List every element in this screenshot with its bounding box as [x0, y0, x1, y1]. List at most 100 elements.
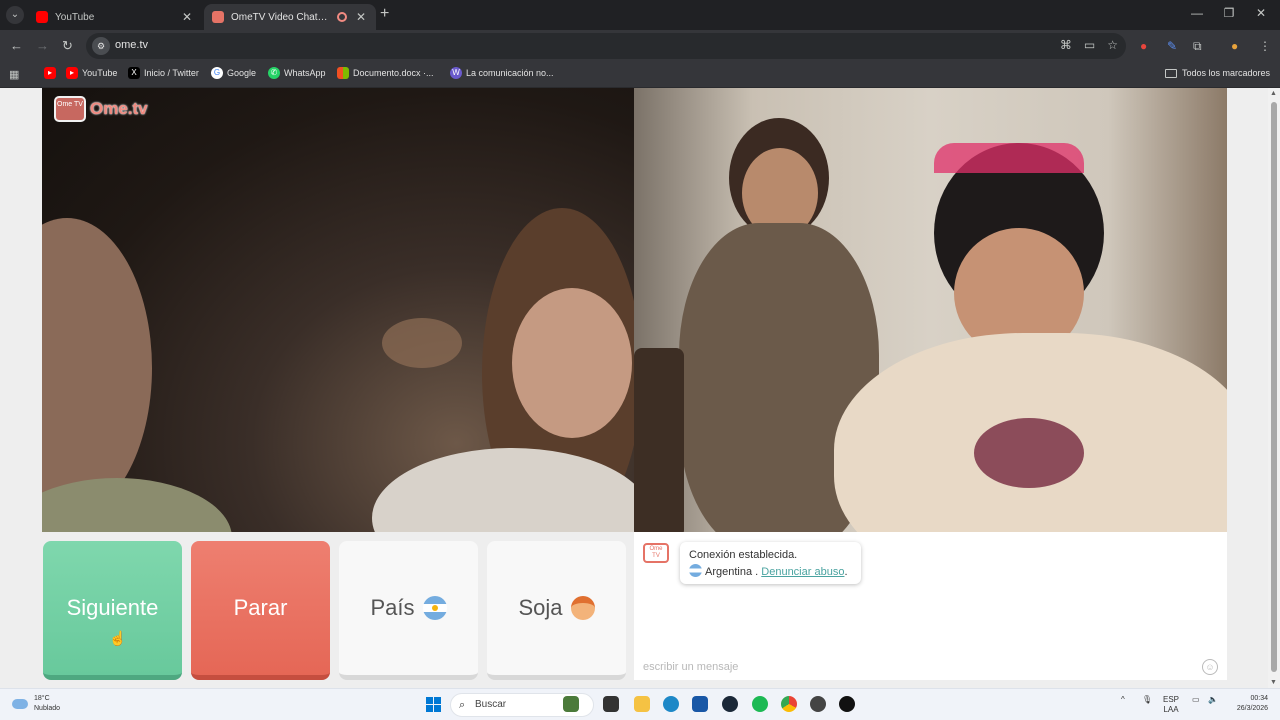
chrome-profile-icon[interactable]	[810, 696, 826, 712]
wordpress-icon: W	[450, 67, 462, 79]
google-icon: G	[211, 67, 223, 79]
scrollbar-thumb[interactable]	[1271, 102, 1277, 672]
bookmark-label: La comunicación no...	[466, 68, 554, 78]
translate-icon[interactable]: ⌘	[1060, 38, 1072, 52]
taskbar-search-label: Buscar	[475, 699, 507, 710]
next-button-label: Siguiente	[66, 595, 159, 620]
tab-youtube[interactable]: YouTube ✕	[28, 4, 202, 30]
back-icon[interactable]: ←	[10, 38, 23, 53]
stop-button[interactable]: Parar	[191, 541, 330, 680]
lang-top: ESP	[1163, 695, 1180, 704]
bookmark-whatsapp[interactable]: ✆ WhatsApp	[268, 67, 326, 79]
windows-start-icon[interactable]	[426, 697, 441, 712]
restore-icon[interactable]: ❐	[1212, 6, 1246, 20]
tab-ometv[interactable]: OmeTV Video Chat — Alte ✕	[204, 4, 376, 30]
extension-red-icon[interactable]: ●	[1140, 39, 1147, 53]
country-button[interactable]: País	[339, 541, 478, 680]
extensions-puzzle-icon[interactable]: ⧉	[1193, 39, 1202, 54]
bookmark-documento[interactable]: Documento.docx ·...	[337, 67, 434, 79]
all-bookmarks[interactable]: Todos los marcadores	[1164, 68, 1270, 78]
bookmark-youtube[interactable]: ▸ YouTube	[66, 67, 117, 79]
stop-button-label: Parar	[233, 595, 288, 620]
tiktok-icon[interactable]	[839, 696, 855, 712]
forward-icon[interactable]: →	[36, 38, 49, 53]
next-button[interactable]: Siguiente	[43, 541, 182, 680]
person-right-shirt	[372, 448, 634, 532]
steam-icon[interactable]	[722, 696, 738, 712]
file-explorer-icon[interactable]	[634, 696, 650, 712]
close-tab-icon[interactable]: ✕	[354, 10, 368, 24]
tray-chevron-icon[interactable]: ^	[1121, 695, 1125, 705]
emoji-icon[interactable]: ☺	[1202, 659, 1218, 675]
task-view-icon[interactable]	[603, 696, 619, 712]
bookmark-label: YouTube	[82, 68, 118, 78]
person-right-face	[512, 288, 632, 438]
message-input[interactable]	[634, 654, 1227, 680]
profile-avatar-icon[interactable]: ●	[1231, 39, 1238, 53]
tab-search-chevron-icon[interactable]: ⌄	[6, 6, 24, 24]
youtube-icon: ▸	[66, 67, 78, 79]
bookmark-label: WhatsApp	[284, 68, 326, 78]
address-bar[interactable]: ⚙ ome.tv ⌘ ▭ ☆	[86, 33, 1126, 59]
weather-text: 18°C Nublado	[34, 694, 60, 714]
minimize-icon[interactable]: —	[1180, 6, 1214, 20]
lang-bottom: LAA	[1163, 705, 1179, 714]
bookmark-twitter[interactable]: X Inicio / Twitter	[128, 67, 199, 79]
bookmark-label: Google	[227, 68, 257, 78]
bookmark-star-icon[interactable]: ☆	[1107, 38, 1118, 52]
site-info-icon[interactable]: ⚙	[92, 37, 110, 55]
person-left-shoulder	[42, 478, 232, 532]
menu-kebab-icon[interactable]: ⋮	[1259, 39, 1271, 53]
store-icon[interactable]	[692, 696, 708, 712]
extension-blue-icon[interactable]: ✎	[1167, 39, 1177, 53]
all-bookmarks-label: Todos los marcadores	[1181, 68, 1270, 78]
hand-cursor-icon: ☝	[109, 630, 127, 646]
country-button-label: País	[370, 595, 415, 620]
url-text: ome.tv	[115, 39, 149, 51]
gender-button-label: Soja	[518, 595, 563, 620]
boy-emoji-icon	[570, 596, 595, 620]
chat-panel: Ome TV Conexión establecida. Argentina . …	[634, 532, 1227, 680]
car-window	[382, 318, 462, 368]
stranger-video: Ome TV Ome.tv	[42, 88, 634, 532]
spotify-icon[interactable]	[752, 696, 768, 712]
bookmark-youtube-icon-only[interactable]: ▸	[44, 67, 56, 79]
scroll-down-icon[interactable]: ▼	[1270, 679, 1277, 686]
widget-landscape-icon[interactable]	[563, 696, 579, 712]
search-icon: ⌕	[459, 699, 466, 711]
bookmark-google[interactable]: G Google	[211, 67, 256, 79]
system-clock[interactable]: 00:34 26/3/2026	[1237, 694, 1268, 714]
network-icon[interactable]: ▭	[1192, 695, 1200, 705]
edge-icon[interactable]	[663, 696, 679, 712]
ometv-page: Ome TV Ome.tv Siguiente Parar País Soja …	[0, 88, 1280, 688]
report-abuse-link[interactable]: Denunciar abuso	[761, 566, 844, 578]
gender-button[interactable]: Soja	[487, 541, 626, 680]
new-tab-icon[interactable]: +	[380, 5, 389, 23]
folder-icon	[1164, 68, 1177, 78]
tab-title: YouTube	[55, 11, 95, 23]
chrome-icon[interactable]	[781, 696, 797, 712]
youtube-favicon-icon	[36, 11, 48, 23]
close-window-icon[interactable]: ✕	[1244, 6, 1278, 20]
bookmark-comunicacion[interactable]: W La comunicación no...	[450, 67, 554, 79]
scroll-up-icon[interactable]: ▲	[1270, 90, 1277, 97]
microphone-icon[interactable]: 🎙	[1142, 695, 1152, 705]
page-scrollbar[interactable]: ▲ ▼	[1268, 88, 1280, 688]
shirt-print	[974, 418, 1084, 488]
ometv-logo: Ome TV Ome.tv	[54, 96, 148, 122]
apps-grid-icon[interactable]: ▦	[9, 68, 19, 81]
browser-toolbar: ← → ↻ ⚙ ome.tv ⌘ ▭ ☆ ● ✎ ⧉ ● ⋮	[0, 30, 1280, 62]
volume-icon[interactable]: 🔈	[1208, 695, 1218, 705]
windows-taskbar: 18°C Nublado ⌕ Buscar ^ 🎙 ESP LAA ▭ 🔈 00…	[0, 688, 1280, 720]
tab-title: OmeTV Video Chat — Alte	[231, 11, 330, 23]
reload-icon[interactable]: ↻	[62, 38, 73, 54]
cast-icon[interactable]: ▭	[1084, 38, 1095, 52]
report-suffix: .	[844, 566, 848, 578]
headset	[934, 143, 1084, 173]
chair	[634, 348, 684, 532]
x-icon: X	[128, 67, 140, 79]
language-indicator[interactable]: ESP LAA	[1163, 695, 1179, 715]
close-tab-icon[interactable]: ✕	[180, 10, 194, 24]
bookmark-label: Inicio / Twitter	[144, 68, 199, 78]
weather-widget[interactable]: 18°C Nublado	[12, 694, 60, 714]
